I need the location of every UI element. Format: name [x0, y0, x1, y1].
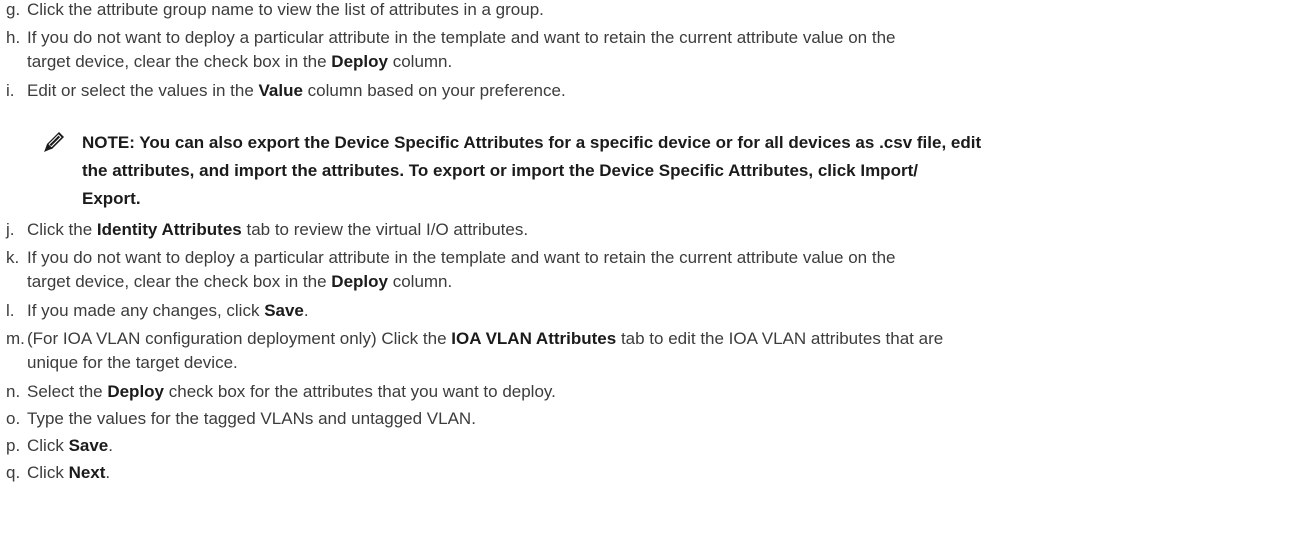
text-run: check box for the attributes that you wa… [164, 382, 556, 401]
step-line: Select the Deploy check box for the attr… [27, 380, 1295, 404]
bold-term: Identity Attributes [96, 220, 242, 239]
step-letter: p. [6, 436, 21, 455]
step-text: Click the attribute group name to view t… [27, 0, 1295, 22]
text-run: (For IOA VLAN configuration deployment o… [27, 329, 452, 348]
text-run: column. [387, 52, 453, 71]
step-letter: m. [6, 329, 25, 348]
step-line: If you made any changes, click Save. [27, 299, 1295, 323]
step-text: Click Save. [27, 434, 1295, 458]
note-line: the attributes, and import the attribute… [82, 161, 918, 180]
note-line: NOTE: You can also export the Device Spe… [82, 133, 982, 152]
text-run: . [108, 436, 113, 455]
step-line: Edit or select the values in the Value c… [27, 79, 1295, 103]
step-line: target device, clear the check box in th… [27, 50, 1295, 74]
step-letter: j. [6, 220, 15, 239]
text-run: tab to edit the IOA VLAN attributes that… [616, 329, 944, 348]
step-letter: k. [6, 248, 20, 267]
text-run: Click the [27, 220, 97, 239]
step-line: Type the values for the tagged VLANs and… [27, 407, 1295, 431]
step-line: Click Save. [27, 434, 1295, 458]
step-text: If you do not want to deploy a particula… [27, 246, 1295, 294]
document-page: g. Click the attribute group name to vie… [0, 0, 1304, 549]
bold-term: Save [264, 301, 304, 320]
text-run: Click [27, 436, 69, 455]
step-line: Click Next. [27, 461, 1295, 485]
step-text: Edit or select the values in the Value c… [27, 79, 1295, 103]
step-letter: q. [6, 463, 21, 482]
text-run: tab to review the virtual I/O attributes… [241, 220, 529, 239]
step-letter: h. [6, 28, 21, 47]
text-run: Click [27, 463, 69, 482]
bold-term: Next [68, 463, 106, 482]
text-run: unique for the target device. [27, 353, 238, 372]
text-run: Click the attribute group name to view t… [27, 0, 544, 19]
text-run: target device, clear the check box in th… [27, 52, 332, 71]
step-letter: n. [6, 382, 21, 401]
note-text: NOTE: You can also export the Device Spe… [82, 129, 1297, 213]
step-text: If you do not want to deploy a particula… [27, 26, 1295, 74]
step-letter: i. [6, 81, 15, 100]
step-text: Select the Deploy check box for the attr… [27, 380, 1295, 404]
step-line: Click the attribute group name to view t… [27, 0, 1295, 22]
text-run: If you made any changes, click [27, 301, 265, 320]
bold-term: Deploy [331, 52, 388, 71]
note-line: Export. [82, 189, 141, 208]
text-run: column. [387, 272, 453, 291]
step-text: (For IOA VLAN configuration deployment o… [27, 327, 1295, 375]
step-letter: o. [6, 409, 21, 428]
step-text: Click the Identity Attributes tab to rev… [27, 218, 1295, 242]
step-line: If you do not want to deploy a particula… [27, 26, 1295, 50]
text-run: If you do not want to deploy a particula… [27, 28, 896, 47]
bold-term: Save [68, 436, 109, 455]
step-text: Type the values for the tagged VLANs and… [27, 407, 1295, 431]
pencil-icon [43, 131, 67, 153]
text-run: column based on your preference. [302, 81, 566, 100]
text-run: Type the values for the tagged VLANs and… [27, 409, 476, 428]
step-line: (For IOA VLAN configuration deployment o… [27, 327, 1295, 351]
step-letter: l. [6, 301, 15, 320]
bold-term: IOA VLAN Attributes [451, 329, 617, 348]
text-run: . [303, 301, 309, 320]
step-line: target device, clear the check box in th… [27, 270, 1295, 294]
bold-term: Deploy [331, 272, 388, 291]
bold-term: Deploy [107, 382, 165, 401]
step-text: Click Next. [27, 461, 1295, 485]
text-run: target device, clear the check box in th… [27, 272, 332, 291]
text-run: Edit or select the values in the [27, 81, 259, 100]
step-line: unique for the target device. [27, 351, 1295, 375]
step-letter: g. [6, 0, 21, 19]
step-line: If you do not want to deploy a particula… [27, 246, 1295, 270]
text-run: If you do not want to deploy a particula… [27, 248, 896, 267]
step-text: If you made any changes, click Save. [27, 299, 1295, 323]
bold-term: Value [258, 81, 303, 100]
step-line: Click the Identity Attributes tab to rev… [27, 218, 1295, 242]
text-run: Select the [27, 382, 108, 401]
text-run: . [105, 463, 111, 482]
